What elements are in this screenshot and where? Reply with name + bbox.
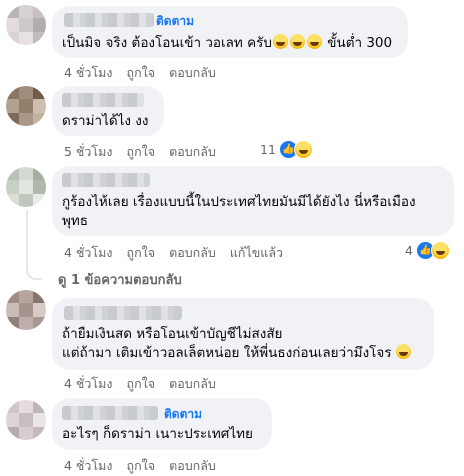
timestamp[interactable]: 4 ชั่วโมง <box>64 456 113 476</box>
avatar[interactable] <box>6 400 46 440</box>
comment-bubble: ถ้ายืมเงินสด หรือโอนเข้าบัญชีไม่สงสัย แต… <box>52 298 434 370</box>
reply-button[interactable]: ตอบกลับ <box>169 142 216 162</box>
comment-text: เป็นมิจ จริง ต้องโอนเข้า วอเลท ครับ ขั้น… <box>62 34 393 51</box>
comment-bubble: ติดตาม อะไรๆ ก็ดราม่า เนาะประเทศไทย <box>52 398 272 450</box>
haha-emoji <box>395 344 411 359</box>
reply-button[interactable]: ตอบกลับ <box>169 243 216 263</box>
like-button[interactable]: ถูกใจ <box>127 243 156 263</box>
comment-actions: 4 ชั่วโมง ถูกใจ ตอบกลับ แก้ไขแล้ว <box>64 243 297 263</box>
timestamp[interactable]: 4 ชั่วโมง <box>64 243 113 263</box>
comment-text-line1: ถ้ายืมเงินสด หรือโอนเข้าบัญชีไม่สงสัย <box>62 326 283 342</box>
avatar[interactable] <box>6 290 46 330</box>
comment-bubble: ดราม่าได้ไง งง <box>52 86 164 136</box>
avatar[interactable] <box>6 167 46 207</box>
like-button[interactable]: ถูกใจ <box>127 63 156 83</box>
comment-actions: 4 ชั่วโมง ถูกใจ ตอบกลับ <box>64 63 230 83</box>
commenter-name[interactable] <box>62 93 144 107</box>
reply-button[interactable]: ตอบกลับ <box>169 456 216 476</box>
comment-bubble: ติดตาม เป็นมิจ จริง ต้องโอนเข้า วอเลท คร… <box>52 6 408 58</box>
follow-link[interactable]: ติดตาม <box>164 405 202 424</box>
comment-bubble: กูร้องไห้เลย เรื่องแบบนี้ในประเทศไทยมันม… <box>52 166 454 236</box>
comment-text: อะไรๆ ก็ดราม่า เนาะประเทศไทย <box>62 426 253 442</box>
timestamp[interactable]: 5 ชั่วโมง <box>64 142 113 162</box>
edited-label[interactable]: แก้ไขแล้ว <box>230 243 283 263</box>
haha-emoji <box>289 34 305 49</box>
timestamp[interactable]: 4 ชั่วโมง <box>64 63 113 83</box>
haha-emoji <box>272 34 288 49</box>
haha-reaction-icon <box>430 241 450 260</box>
follow-link[interactable]: ติดตาม <box>156 12 194 31</box>
like-button[interactable]: ถูกใจ <box>127 142 156 162</box>
reaction-summary[interactable]: 4 👍 <box>405 241 450 260</box>
avatar[interactable] <box>6 86 46 126</box>
commenter-name[interactable] <box>64 13 154 27</box>
like-button[interactable]: ถูกใจ <box>127 456 156 476</box>
comment-actions: 4 ชั่วโมง ถูกใจ ตอบกลับ <box>64 374 230 394</box>
haha-reaction-icon <box>293 140 313 159</box>
reaction-summary[interactable]: 11 👍 <box>260 140 313 159</box>
reaction-count: 4 <box>405 243 413 258</box>
commenter-name[interactable] <box>64 306 182 320</box>
comment-text-line1: กูร้องไห้เลย เรื่องแบบนี้ในประเทศไทยมันม… <box>62 194 416 210</box>
avatar[interactable] <box>6 5 46 45</box>
thread-line <box>26 210 28 268</box>
reply-button[interactable]: ตอบกลับ <box>169 374 216 394</box>
comment-actions: 5 ชั่วโมง ถูกใจ ตอบกลับ <box>64 142 230 162</box>
comment-actions: 4 ชั่วโมง ถูกใจ ตอบกลับ <box>64 456 230 476</box>
view-replies-link[interactable]: ดู 1 ข้อความตอบกลับ <box>58 269 182 290</box>
thread-curve <box>26 266 42 280</box>
comment-text-line2: พุทธ <box>62 213 89 229</box>
comment-text: ดราม่าได้ไง งง <box>62 113 149 129</box>
commenter-name[interactable] <box>62 173 150 187</box>
comment-text-line2: แต่ถ้ามา เติมเข้าวอลเล็ตหน่อย ให้พี่นธงก… <box>62 343 412 363</box>
haha-emoji <box>306 34 322 49</box>
commenter-name[interactable] <box>62 406 158 420</box>
reaction-count: 11 <box>260 142 276 157</box>
timestamp[interactable]: 4 ชั่วโมง <box>64 374 113 394</box>
reply-button[interactable]: ตอบกลับ <box>169 63 216 83</box>
like-button[interactable]: ถูกใจ <box>127 374 156 394</box>
